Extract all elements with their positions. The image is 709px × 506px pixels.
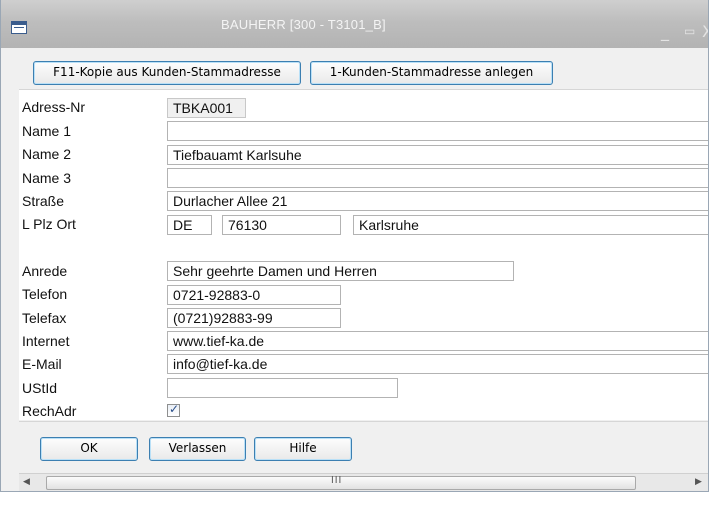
adress-nr-field: TBKA001: [167, 98, 246, 118]
land-field[interactable]: DE: [167, 215, 212, 235]
ustid-label: UStId: [22, 380, 58, 396]
lplzort-label: L Plz Ort: [22, 216, 76, 232]
name1-label: Name 1: [22, 123, 72, 139]
ort-field[interactable]: Karlsruhe: [353, 215, 708, 235]
action-toolbar: F11-Kopie aus Kunden-Stammadresse 1-Kund…: [19, 48, 708, 89]
name1-field[interactable]: [167, 121, 708, 141]
rechadr-label: RechAdr: [22, 403, 77, 419]
telefax-field[interactable]: (0721)92883-99: [167, 308, 341, 328]
exit-button[interactable]: Verlassen: [149, 437, 246, 461]
ok-button[interactable]: OK: [40, 437, 138, 461]
plz-field[interactable]: 76130: [222, 215, 341, 235]
rechadr-checkbox[interactable]: [167, 402, 180, 417]
copy-from-customer-button[interactable]: F11-Kopie aus Kunden-Stammadresse: [33, 61, 301, 85]
horizontal-scrollbar[interactable]: ◀ III ▶: [19, 473, 708, 491]
ustid-field[interactable]: [167, 378, 398, 398]
name2-label: Name 2: [22, 146, 72, 162]
minimize-button[interactable]: _: [661, 22, 669, 41]
email-field[interactable]: info@tief-ka.de: [167, 354, 708, 374]
title-bar[interactable]: BAUHERR [300 - T3101_B] _ ▭ X: [1, 0, 708, 48]
scroll-thumb[interactable]: III: [46, 475, 636, 490]
bauherr-window: BAUHERR [300 - T3101_B] _ ▭ X F11-Kopie …: [0, 0, 709, 492]
strasse-field[interactable]: Durlacher Allee 21: [167, 191, 708, 211]
scroll-grip-icon: III: [331, 475, 343, 486]
scroll-left-arrow-icon[interactable]: ◀: [23, 477, 30, 487]
close-button[interactable]: X: [702, 22, 708, 41]
email-label: E-Mail: [22, 356, 62, 372]
name3-label: Name 3: [22, 170, 72, 186]
internet-label: Internet: [22, 333, 70, 349]
strasse-label: Straße: [22, 193, 65, 209]
scroll-right-arrow-icon[interactable]: ▶: [695, 477, 702, 487]
telefon-label: Telefon: [22, 286, 68, 302]
create-customer-address-button[interactable]: 1-Kunden-Stammadresse anlegen: [310, 61, 553, 85]
maximize-button[interactable]: ▭: [684, 24, 695, 38]
anrede-label: Anrede: [22, 263, 68, 279]
telefon-field[interactable]: 0721-92883-0: [167, 285, 341, 305]
window-menu-icon[interactable]: [11, 21, 27, 34]
internet-field[interactable]: www.tief-ka.de: [167, 331, 708, 351]
telefax-label: Telefax: [22, 310, 67, 326]
name2-field[interactable]: Tiefbauamt Karlsuhe: [167, 145, 708, 165]
adress-nr-label: Adress-Nr: [22, 99, 86, 115]
anrede-field[interactable]: Sehr geehrte Damen und Herren: [167, 261, 514, 281]
name3-field[interactable]: [167, 168, 708, 188]
window-title: BAUHERR [300 - T3101_B]: [221, 17, 386, 32]
help-button[interactable]: Hilfe: [254, 437, 352, 461]
